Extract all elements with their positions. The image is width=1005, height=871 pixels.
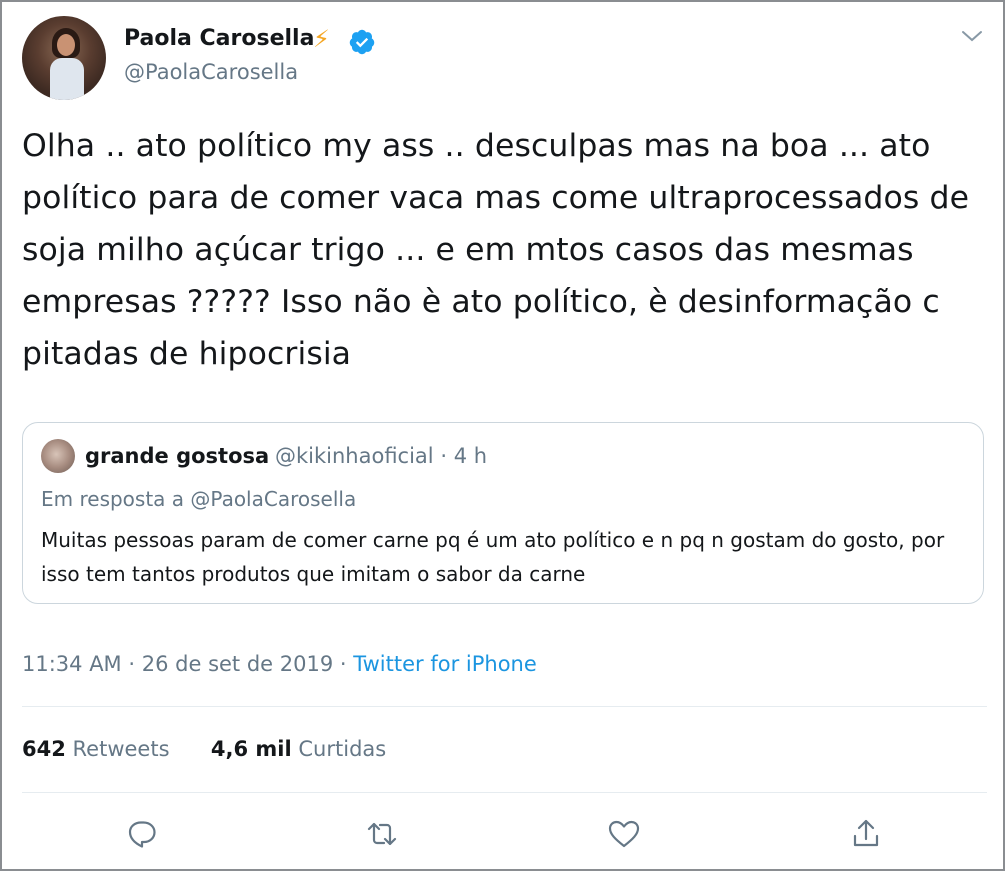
lightning-bolt-icon: ⚡ xyxy=(313,25,330,53)
share-icon xyxy=(853,819,879,847)
quote-author-avatar[interactable] xyxy=(41,439,75,473)
quote-text: Muitas pessoas param de comer carne pq é… xyxy=(41,528,945,586)
quote-separator: · xyxy=(440,444,448,468)
likes-label: Curtidas xyxy=(298,737,387,761)
tweet-source-link[interactable]: Twitter for iPhone xyxy=(353,652,537,676)
tweet-text: Olha .. ato político my ass .. desculpas… xyxy=(22,128,970,372)
tweet-date[interactable]: 26 de set de 2019 xyxy=(142,652,333,676)
avatar-face xyxy=(57,34,75,56)
avatar-dress xyxy=(50,58,84,100)
author-avatar[interactable] xyxy=(22,16,106,100)
quote-author-meta: @kikinhaoficial · 4 h xyxy=(275,444,487,468)
reply-icon xyxy=(128,821,156,848)
quote-author-handle: @kikinhaoficial xyxy=(275,444,434,468)
retweet-icon xyxy=(367,822,397,846)
timestamp-separator-2: · xyxy=(339,652,347,676)
quote-time: 4 h xyxy=(453,444,488,468)
likes-count: 4,6 mil xyxy=(210,737,292,761)
divider-top xyxy=(22,706,987,707)
tweet-stats: 642 Retweets 4,6 mil Curtidas xyxy=(22,737,386,761)
timestamp-separator: · xyxy=(128,652,136,676)
quote-author-name: grande gostosa xyxy=(85,444,270,468)
retweets-stat[interactable]: 642 Retweets xyxy=(22,737,170,761)
quote-reply-to: Em resposta a @PaolaCarosella xyxy=(41,487,357,511)
heart-icon xyxy=(608,820,640,848)
retweets-count: 642 xyxy=(22,737,66,761)
reply-button[interactable] xyxy=(122,814,162,854)
share-button[interactable] xyxy=(846,814,886,854)
chevron-down-icon[interactable] xyxy=(960,26,984,46)
tweet-timestamp: 11:34 AM · 26 de set de 2019 · Twitter f… xyxy=(22,652,537,676)
author-name[interactable]: Paola Carosella xyxy=(124,26,314,51)
retweet-button[interactable] xyxy=(362,814,402,854)
quoted-tweet[interactable]: grande gostosa @kikinhaoficial · 4 h Em … xyxy=(22,422,984,604)
likes-stat[interactable]: 4,6 mil Curtidas xyxy=(211,737,386,761)
tweet-frame: Paola Carosella ⚡ @PaolaCarosella Olha .… xyxy=(0,0,1005,871)
author-handle[interactable]: @PaolaCarosella xyxy=(124,60,298,84)
retweets-label: Retweets xyxy=(72,737,170,761)
tweet-time[interactable]: 11:34 AM xyxy=(22,652,122,676)
divider-bottom xyxy=(22,792,987,793)
verified-icon xyxy=(349,29,375,55)
like-button[interactable] xyxy=(604,814,644,854)
